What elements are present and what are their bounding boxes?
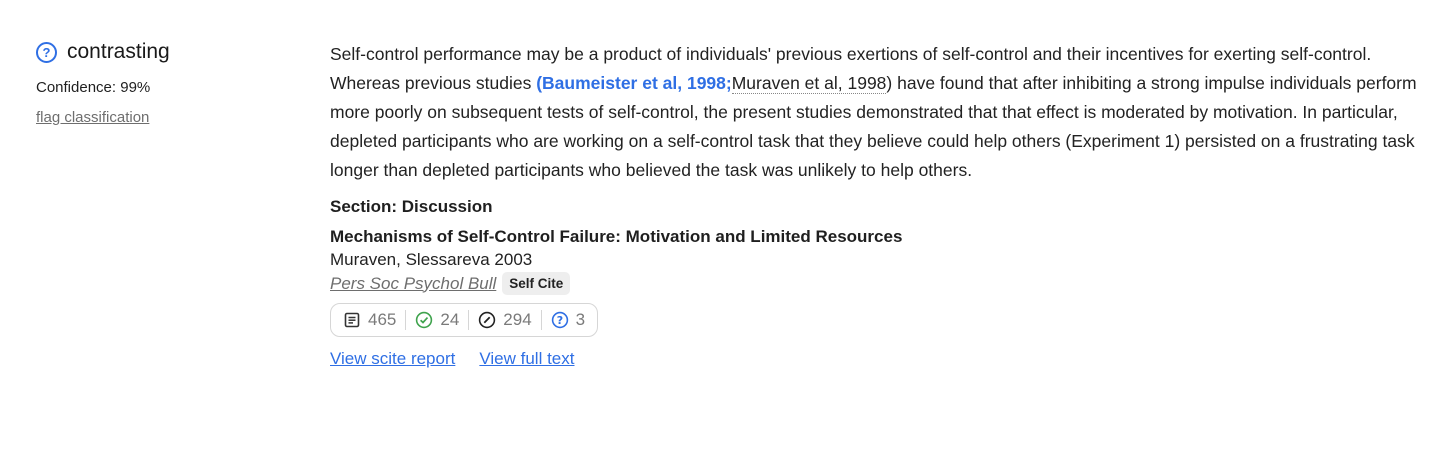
svg-text:?: ? bbox=[556, 314, 562, 327]
citation-details: Self-control performance may be a produc… bbox=[330, 40, 1430, 369]
paper-authors: Muraven, Slessareva 2003 bbox=[330, 250, 533, 269]
contrasting-value: 3 bbox=[575, 310, 586, 329]
supporting-value: 24 bbox=[440, 310, 460, 329]
supporting-count: 24 bbox=[415, 310, 459, 330]
document-icon bbox=[344, 312, 360, 328]
citation-snippet: Self-control performance may be a produc… bbox=[330, 40, 1430, 185]
classification-row: ? contrasting bbox=[36, 40, 296, 64]
check-circle-icon bbox=[416, 311, 433, 329]
journal-row: Pers Soc Psychol Bull Self Cite bbox=[330, 272, 1430, 295]
citation-tally[interactable]: 465 24 294 ? 3 bbox=[330, 303, 599, 337]
classification-panel: ? contrasting Confidence: 99% flag class… bbox=[36, 40, 296, 127]
question-circle-icon[interactable]: ? bbox=[36, 41, 57, 63]
question-circle-icon: ? bbox=[551, 311, 568, 329]
cited-reference[interactable]: Muraven et al, 1998 bbox=[731, 73, 887, 94]
mentioning-count: 294 bbox=[478, 310, 532, 330]
tally-divider bbox=[405, 310, 407, 330]
cited-reference-highlight[interactable]: (Baumeister et al, 1998; bbox=[536, 73, 732, 93]
tally-divider bbox=[540, 310, 542, 330]
contrasting-count: ? 3 bbox=[551, 310, 585, 330]
section-label: Section: Discussion bbox=[330, 197, 493, 216]
flag-classification-link[interactable]: flag classification bbox=[36, 109, 149, 126]
citing-publications-count: 465 bbox=[343, 310, 396, 330]
tally-divider bbox=[468, 310, 470, 330]
paper-title: Mechanisms of Self-Control Failure: Moti… bbox=[330, 227, 903, 246]
mentioning-value: 294 bbox=[503, 310, 532, 329]
slash-circle-icon bbox=[479, 311, 496, 329]
journal-link[interactable]: Pers Soc Psychol Bull bbox=[330, 274, 496, 294]
self-cite-badge: Self Cite bbox=[502, 272, 571, 295]
view-full-text-link[interactable]: View full text bbox=[479, 349, 574, 369]
citation-card: ? contrasting Confidence: 99% flag class… bbox=[0, 0, 1454, 460]
confidence-text: Confidence: 99% bbox=[36, 79, 151, 96]
action-links: View scite report View full text bbox=[330, 349, 1430, 369]
view-scite-report-link[interactable]: View scite report bbox=[330, 349, 455, 369]
classification-label: contrasting bbox=[67, 40, 170, 63]
citing-publications-value: 465 bbox=[368, 310, 397, 329]
